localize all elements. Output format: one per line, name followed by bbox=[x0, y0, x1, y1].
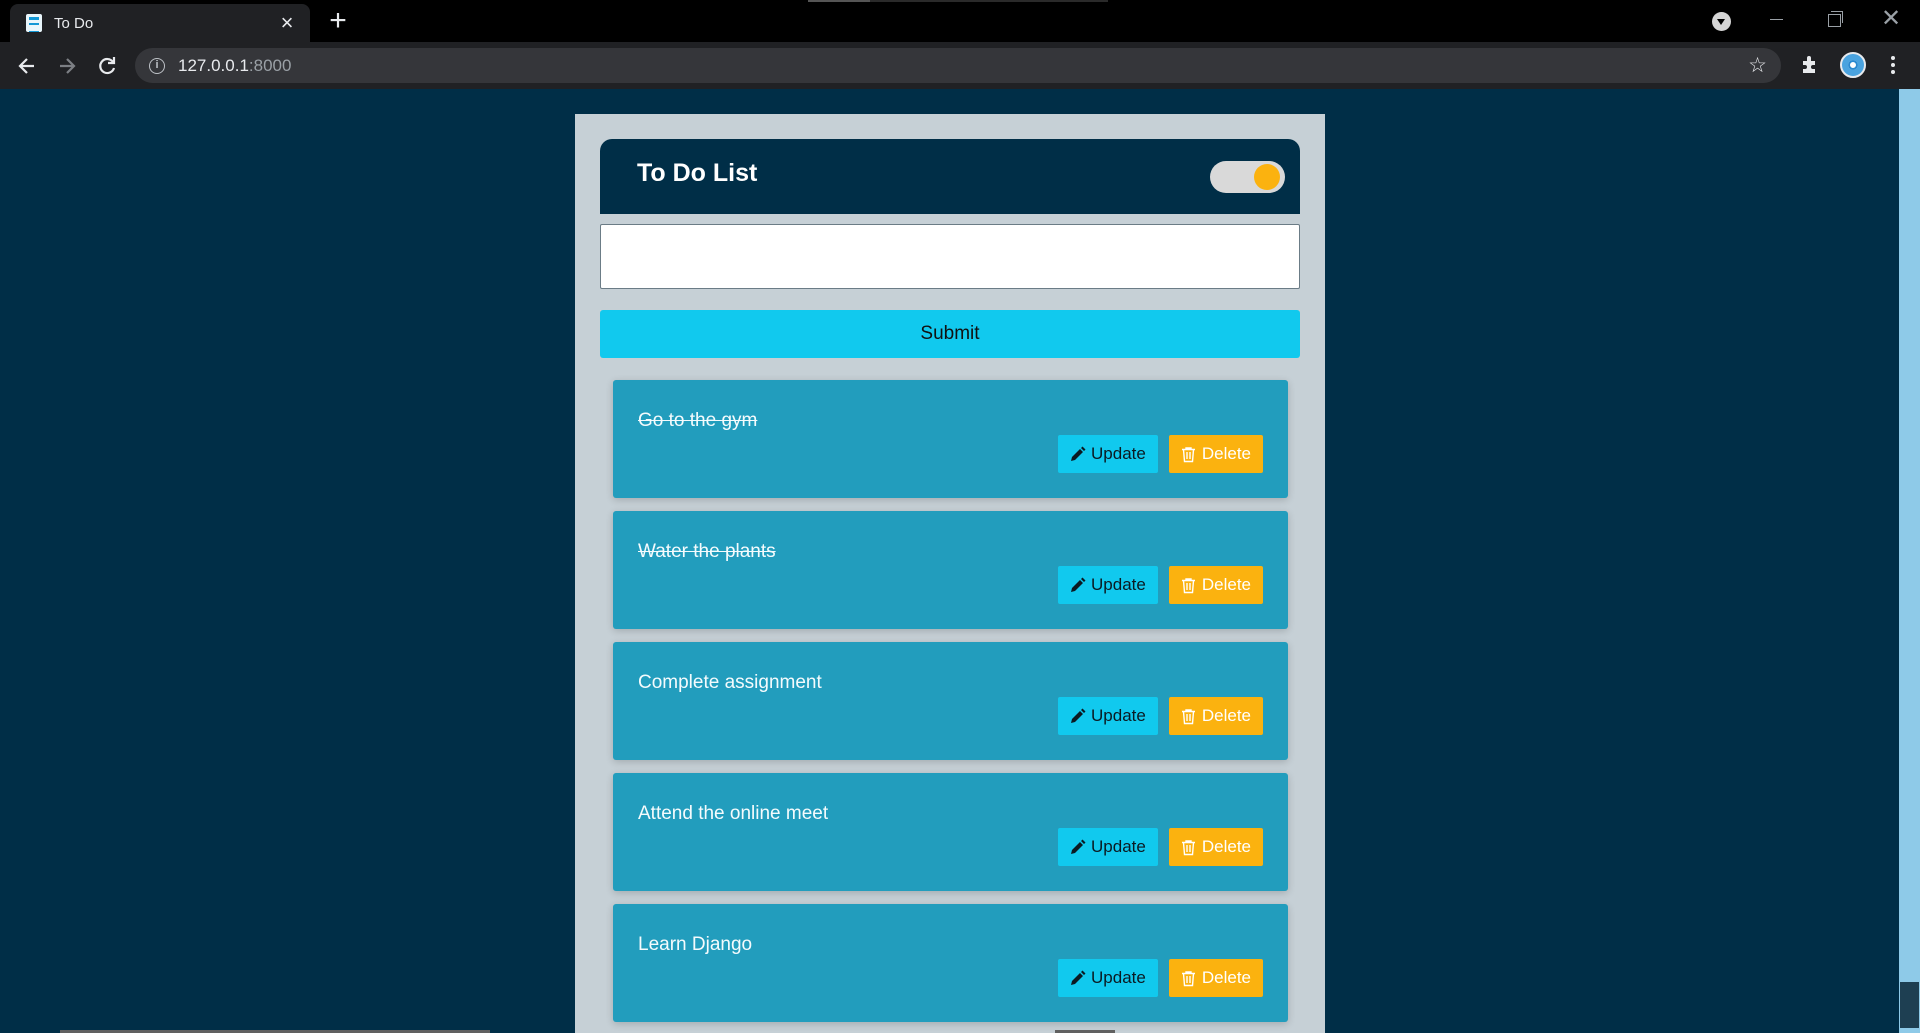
submit-button[interactable]: Submit bbox=[600, 310, 1300, 358]
pencil-icon bbox=[1071, 970, 1086, 985]
trash-icon bbox=[1181, 577, 1195, 593]
pencil-icon bbox=[1071, 577, 1086, 592]
update-label: Update bbox=[1091, 706, 1146, 725]
task-item: Complete assignment Update Delete bbox=[613, 642, 1288, 760]
close-tab-icon[interactable]: × bbox=[276, 12, 298, 34]
delete-button[interactable]: Delete bbox=[1168, 828, 1263, 866]
theme-toggle[interactable] bbox=[1210, 161, 1285, 193]
extensions-puzzle-icon[interactable] bbox=[1800, 53, 1822, 75]
task-actions: Update Delete bbox=[1058, 828, 1263, 866]
pencil-icon bbox=[1071, 839, 1086, 854]
new-tab-icon[interactable]: + bbox=[322, 5, 354, 37]
update-button[interactable]: Update bbox=[1058, 566, 1158, 604]
forward-arrow-icon[interactable] bbox=[52, 51, 82, 81]
close-window-icon[interactable]: ✕ bbox=[1871, 6, 1911, 32]
task-actions: Update Delete bbox=[1058, 566, 1263, 604]
vertical-scrollbar[interactable] bbox=[1899, 89, 1920, 1033]
delete-button[interactable]: Delete bbox=[1168, 435, 1263, 473]
page-viewport: To Do List Submit Go to the gym Update D… bbox=[0, 89, 1920, 1033]
delete-label: Delete bbox=[1201, 968, 1251, 987]
update-label: Update bbox=[1091, 444, 1146, 463]
pencil-icon bbox=[1071, 708, 1086, 723]
url-host: 127.0.0.1 bbox=[178, 55, 249, 75]
tab-favicon-icon bbox=[26, 14, 42, 32]
task-actions: Update Delete bbox=[1058, 435, 1263, 473]
update-label: Update bbox=[1091, 968, 1146, 987]
browser-menu-icon[interactable] bbox=[1886, 54, 1900, 76]
url-port: :8000 bbox=[248, 55, 292, 75]
task-text[interactable]: Go to the gym bbox=[638, 410, 757, 432]
task-text[interactable]: Learn Django bbox=[638, 934, 752, 956]
browser-tab[interactable]: To Do × bbox=[10, 4, 310, 42]
tab-search-dropdown-icon[interactable] bbox=[1712, 12, 1731, 31]
update-button[interactable]: Update bbox=[1058, 697, 1158, 735]
restore-window-icon[interactable] bbox=[1814, 6, 1854, 32]
delete-label: Delete bbox=[1201, 444, 1251, 463]
page-title: To Do List bbox=[637, 159, 758, 187]
update-label: Update bbox=[1091, 837, 1146, 856]
address-bar[interactable]: i 127.0.0.1:8000 ☆ bbox=[135, 48, 1781, 83]
delete-label: Delete bbox=[1201, 706, 1251, 725]
delete-button[interactable]: Delete bbox=[1168, 959, 1263, 997]
trash-icon bbox=[1181, 970, 1195, 986]
trash-icon bbox=[1181, 708, 1195, 724]
task-item: Go to the gym Update Delete bbox=[613, 380, 1288, 498]
delete-label: Delete bbox=[1201, 837, 1251, 856]
tab-strip-indicator bbox=[808, 0, 1108, 2]
task-item: Attend the online meet Update Delete bbox=[613, 773, 1288, 891]
back-arrow-icon[interactable] bbox=[12, 51, 42, 81]
task-item: Learn Django Update Delete bbox=[613, 904, 1288, 1022]
tab-title: To Do bbox=[54, 14, 94, 32]
delete-label: Delete bbox=[1201, 575, 1251, 594]
bookmark-star-icon[interactable]: ☆ bbox=[1748, 55, 1767, 76]
task-item: Water the plants Update Delete bbox=[613, 511, 1288, 629]
update-button[interactable]: Update bbox=[1058, 435, 1158, 473]
profile-avatar[interactable] bbox=[1840, 52, 1866, 78]
task-text[interactable]: Complete assignment bbox=[638, 672, 822, 694]
toggle-knob bbox=[1254, 164, 1280, 190]
trash-icon bbox=[1181, 446, 1195, 462]
browser-titlebar: To Do × + ✕ bbox=[0, 0, 1920, 42]
task-actions: Update Delete bbox=[1058, 697, 1263, 735]
task-actions: Update Delete bbox=[1058, 959, 1263, 997]
pencil-icon bbox=[1071, 446, 1086, 461]
trash-icon bbox=[1181, 839, 1195, 855]
delete-button[interactable]: Delete bbox=[1168, 566, 1263, 604]
update-label: Update bbox=[1091, 575, 1146, 594]
task-input[interactable] bbox=[600, 224, 1300, 289]
update-button[interactable]: Update bbox=[1058, 959, 1158, 997]
site-info-icon[interactable]: i bbox=[149, 57, 165, 74]
task-text[interactable]: Water the plants bbox=[638, 541, 776, 563]
todo-header: To Do List bbox=[600, 139, 1300, 214]
browser-toolbar: i 127.0.0.1:8000 ☆ bbox=[0, 42, 1920, 89]
task-list: Go to the gym Update Delete Water the pl… bbox=[613, 380, 1288, 1033]
reload-icon[interactable] bbox=[92, 51, 122, 81]
delete-button[interactable]: Delete bbox=[1168, 697, 1263, 735]
update-button[interactable]: Update bbox=[1058, 828, 1158, 866]
scrollbar-thumb[interactable] bbox=[1900, 982, 1919, 1028]
todo-card: To Do List Submit Go to the gym Update D… bbox=[575, 114, 1325, 1033]
minimize-window-icon[interactable] bbox=[1757, 6, 1797, 32]
task-text[interactable]: Attend the online meet bbox=[638, 803, 828, 825]
